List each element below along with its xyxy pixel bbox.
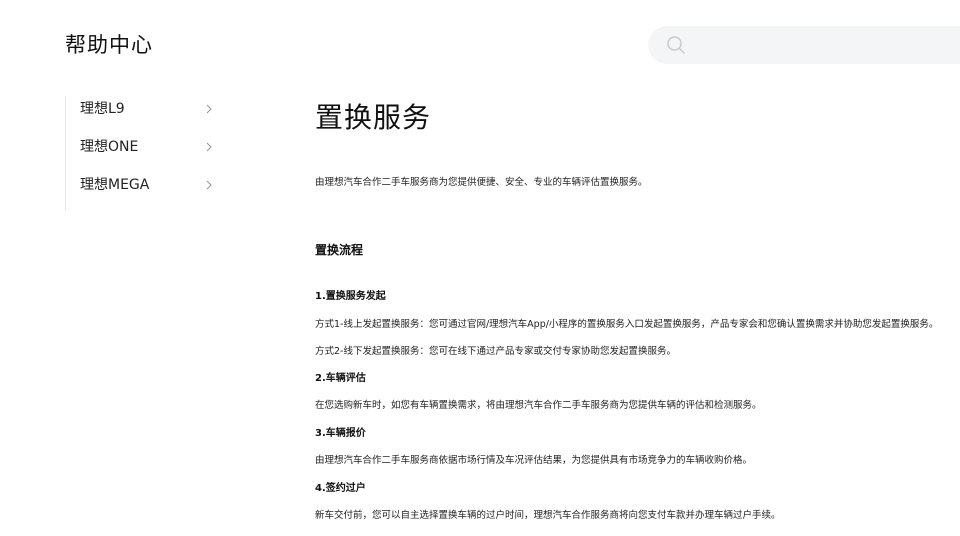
step-text: 方式2-线下发起置换服务：您可在线下通过产品专家或交付专家协助您发起置换服务。 [315,346,676,357]
help-center-page: 帮助中心 理想L9 理想ONE 理想MEGA 置换服务 由理想汽车合作二手车服务… [0,0,960,536]
step-title: 2.车辆评估 [315,373,366,384]
search-input[interactable] [694,26,958,66]
sidebar-item-l9[interactable]: 理想L9 [66,96,226,134]
chevron-right-icon [206,142,212,152]
site-title[interactable]: 帮助中心 [65,30,153,60]
sidebar-item-label: 理想L9 [80,101,125,117]
sidebar-item-label: 理想MEGA [80,177,150,193]
sidebar-item-one[interactable]: 理想ONE [66,134,226,172]
sidebar-nav: 理想L9 理想ONE 理想MEGA [65,96,226,210]
search-icon[interactable] [666,35,686,55]
step-title: 4.签约过户 [315,483,366,494]
step-text: 新车交付前，您可以自主选择置换车辆的过户时间，理想汽车合作服务商将向您支付车款并… [315,510,781,521]
step-title: 3.车辆报价 [315,428,366,439]
search-box[interactable] [648,26,960,66]
section-heading: 置换流程 [315,243,364,257]
page-title: 置换服务 [315,101,432,134]
chevron-right-icon [206,180,212,190]
article-content: 置换服务 由理想汽车合作二手车服务商为您提供便捷、安全、专业的车辆评估置换服务。… [315,96,960,521]
chevron-right-icon [206,104,212,114]
sidebar-item-label: 理想ONE [80,139,139,155]
intro-text: 由理想汽车合作二手车服务商为您提供便捷、安全、专业的车辆评估置换服务。 [315,177,648,188]
step-text: 由理想汽车合作二手车服务商依据市场行情及车况评估结果，为您提供具有市场竞争力的车… [315,455,753,466]
step-text: 方式1-线上发起置换服务：您可通过官网/理想汽车App/小程序的置换服务入口发起… [315,319,939,330]
sidebar-item-mega[interactable]: 理想MEGA [66,172,226,210]
step-title: 1.置换服务发起 [315,291,386,302]
step-text: 在您选购新车时，如您有车辆置换需求，将由理想汽车合作二手车服务商为您提供车辆的评… [315,400,762,411]
